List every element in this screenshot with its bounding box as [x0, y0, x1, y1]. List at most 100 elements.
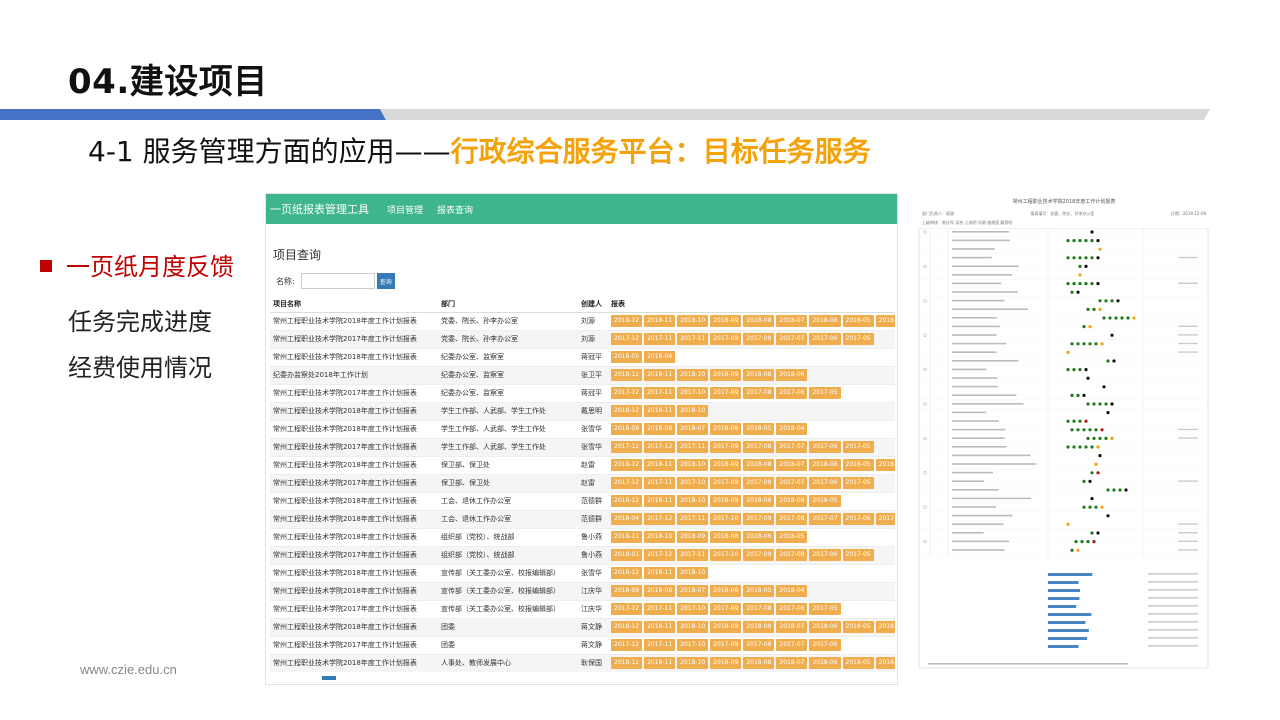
report-month-tag[interactable]: 2018-11 — [644, 567, 676, 579]
report-month-tag[interactable]: 2017-09 — [710, 441, 742, 453]
report-month-tag[interactable]: 2017-08 — [743, 387, 775, 399]
report-month-tag[interactable]: 2017-08 — [743, 441, 775, 453]
report-month-tag[interactable]: 2018-07 — [776, 657, 808, 670]
report-month-tag[interactable]: 2017-06 — [842, 513, 874, 525]
report-month-tag[interactable]: 2018-08 — [743, 459, 775, 471]
report-month-tag[interactable]: 2018-09 — [710, 315, 742, 327]
report-month-tag[interactable]: 2018-12 — [611, 657, 643, 670]
report-month-tag[interactable]: 2018-06 — [776, 369, 808, 381]
report-month-tag[interactable]: 2018-04 — [875, 459, 895, 471]
report-month-tag[interactable]: 2018-07 — [677, 585, 709, 597]
report-month-tag[interactable]: 2017-08 — [743, 639, 775, 651]
report-month-tag[interactable]: 2018-05 — [611, 351, 643, 363]
report-month-tag[interactable]: 2018-11 — [644, 405, 676, 417]
report-month-tag[interactable]: 2017-11 — [677, 513, 709, 525]
report-month-tag[interactable]: 2018-04 — [776, 585, 808, 597]
report-month-tag[interactable]: 2018-08 — [743, 657, 775, 670]
report-month-tag[interactable]: 2017-08 — [743, 477, 775, 489]
report-month-tag[interactable]: 2018-05 — [809, 495, 841, 507]
report-month-tag[interactable]: 2017-12 — [611, 387, 643, 399]
report-month-tag[interactable]: 2018-10 — [677, 621, 709, 633]
report-month-tag[interactable]: 2017-06 — [809, 549, 841, 561]
report-month-tag[interactable]: 2017-06 — [809, 441, 841, 453]
report-month-tag[interactable]: 2018-05 — [842, 657, 874, 670]
report-month-tag[interactable]: 2018-04 — [644, 351, 676, 363]
report-month-tag[interactable]: 2018-04 — [776, 423, 808, 435]
report-month-tag[interactable]: 2018-09 — [710, 621, 742, 633]
report-month-tag[interactable]: 2018-10 — [677, 315, 709, 327]
report-month-tag[interactable]: 2018-06 — [710, 423, 742, 435]
report-month-tag[interactable]: 2018-04 — [611, 513, 643, 525]
report-month-tag[interactable]: 2017-09 — [710, 477, 742, 489]
report-month-tag[interactable]: 2018-07 — [677, 423, 709, 435]
report-month-tag[interactable]: 2017-05 — [842, 549, 874, 561]
report-month-tag[interactable]: 2017-08 — [776, 549, 808, 561]
report-month-tag[interactable]: 2018-10 — [644, 531, 676, 543]
report-month-tag[interactable]: 2017-11 — [644, 333, 676, 345]
report-month-tag[interactable]: 2017-11 — [644, 477, 676, 489]
report-month-tag[interactable]: 2018-04 — [875, 315, 895, 327]
report-month-tag[interactable]: 2017-12 — [644, 441, 676, 453]
report-month-tag[interactable]: 2017-05 — [842, 441, 874, 453]
report-month-tag[interactable]: 2018-08 — [710, 531, 742, 543]
report-month-tag[interactable]: 2018-08 — [743, 369, 775, 381]
report-month-tag[interactable]: 2017-05 — [809, 387, 841, 399]
report-month-tag[interactable]: 2017-06 — [809, 477, 841, 489]
report-month-tag[interactable]: 2018-06 — [809, 621, 841, 633]
search-button[interactable]: 查询 — [376, 273, 395, 289]
report-month-tag[interactable]: 2017-10 — [677, 603, 709, 615]
report-month-tag[interactable]: 2017-12 — [611, 603, 643, 615]
report-month-tag[interactable]: 2018-10 — [677, 369, 709, 381]
report-month-tag[interactable]: 2017-11 — [644, 639, 676, 651]
report-month-tag[interactable]: 2017-06 — [776, 603, 808, 615]
report-month-tag[interactable]: 2018-08 — [644, 423, 676, 435]
report-month-tag[interactable]: 2018-10 — [677, 567, 709, 579]
report-month-tag[interactable]: 2018-07 — [776, 315, 808, 327]
report-month-tag[interactable]: 2018-05 — [743, 423, 775, 435]
report-month-tag[interactable]: 2018-06 — [809, 315, 841, 327]
report-month-tag[interactable]: 2018-10 — [677, 459, 709, 471]
report-month-tag[interactable]: 2018-06 — [809, 657, 841, 670]
report-month-tag[interactable]: 2018-07 — [776, 621, 808, 633]
report-month-tag[interactable]: 2017-09 — [743, 549, 775, 561]
report-month-tag[interactable]: 2018-11 — [644, 657, 676, 670]
report-month-tag[interactable]: 2018-04 — [875, 621, 895, 633]
report-month-tag[interactable]: 2017-11 — [677, 441, 709, 453]
report-month-tag[interactable]: 2018-06 — [710, 585, 742, 597]
report-month-tag[interactable]: 2018-06 — [776, 495, 808, 507]
report-month-tag[interactable]: 2018-05 — [776, 531, 808, 543]
report-month-tag[interactable]: 2017-06 — [776, 387, 808, 399]
report-month-tag[interactable]: 2018-07 — [776, 459, 808, 471]
report-month-tag[interactable]: 2017-06 — [809, 639, 841, 651]
nav-project-management[interactable]: 项目管理 — [387, 203, 423, 216]
report-month-tag[interactable]: 2017-08 — [743, 603, 775, 615]
report-month-tag[interactable]: 2017-07 — [776, 639, 808, 651]
report-month-tag[interactable]: 2017-05 — [809, 603, 841, 615]
report-month-tag[interactable]: 2018-11 — [611, 531, 643, 543]
report-month-tag[interactable]: 2017-10 — [677, 477, 709, 489]
report-month-tag[interactable]: 2018-11 — [644, 369, 676, 381]
report-month-tag[interactable]: 2017-11 — [644, 603, 676, 615]
report-month-tag[interactable]: 2017-12 — [611, 333, 643, 345]
report-month-tag[interactable]: 2018-09 — [677, 531, 709, 543]
report-month-tag[interactable]: 2017-12 — [644, 513, 676, 525]
report-month-tag[interactable]: 2017-11 — [677, 549, 709, 561]
app-brand[interactable]: 一页纸报表管理工具 — [270, 201, 369, 217]
report-month-tag[interactable]: 2017-06 — [809, 333, 841, 345]
report-month-tag[interactable]: 2018-12 — [611, 567, 643, 579]
report-month-tag[interactable]: 2017-07 — [776, 441, 808, 453]
pagination-active-page[interactable] — [322, 676, 336, 680]
report-month-tag[interactable]: 2017-05 — [842, 477, 874, 489]
report-month-tag[interactable]: 2017-09 — [743, 513, 775, 525]
report-month-tag[interactable]: 2017-10 — [710, 513, 742, 525]
report-month-tag[interactable]: 2018-12 — [611, 495, 643, 507]
report-month-tag[interactable]: 2017-09 — [710, 333, 742, 345]
report-month-tag[interactable]: 2018-09 — [710, 369, 742, 381]
nav-report-query[interactable]: 报表查询 — [437, 203, 473, 216]
report-month-tag[interactable]: 2017-08 — [743, 333, 775, 345]
report-month-tag[interactable]: 2017-12 — [611, 441, 643, 453]
report-month-tag[interactable]: 2018-10 — [677, 405, 709, 417]
report-month-tag[interactable]: 2018-01 — [611, 549, 643, 561]
report-month-tag[interactable]: 2018-11 — [644, 315, 676, 327]
report-month-tag[interactable]: 2017-12 — [611, 477, 643, 489]
